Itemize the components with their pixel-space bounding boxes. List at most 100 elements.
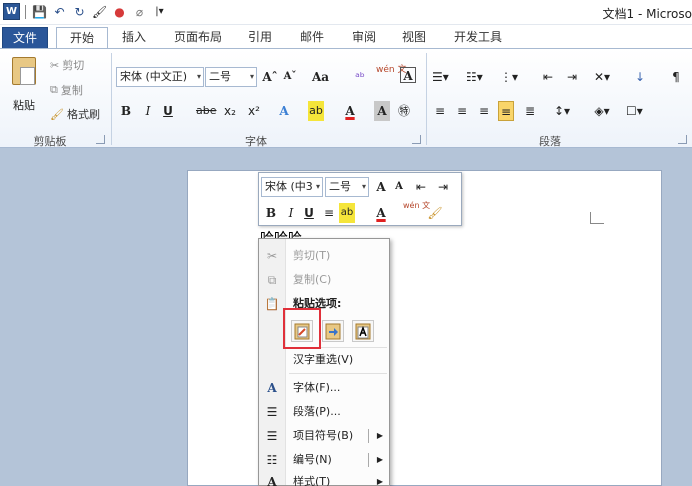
tab-home[interactable]: 开始 bbox=[56, 27, 108, 50]
color-icon[interactable]: ● bbox=[111, 3, 128, 20]
bullets-icon: ☰ bbox=[266, 429, 278, 443]
bullets-icon[interactable]: ☰▾ bbox=[432, 67, 449, 87]
tab-developer[interactable]: 开发工具 bbox=[446, 27, 510, 49]
cut-button[interactable]: ✂ 剪切 bbox=[50, 57, 84, 73]
menu-item-cut[interactable]: ✂ 剪切(T) bbox=[259, 245, 389, 267]
font-size-combo[interactable]: 二号 ▾ bbox=[205, 67, 257, 87]
clipboard-dialog-launcher[interactable] bbox=[96, 135, 105, 144]
mini-increase-indent-icon[interactable]: ⇥ bbox=[435, 177, 451, 197]
copy-button[interactable]: ⧉ 复制 bbox=[50, 82, 83, 98]
copy-icon: ⧉ bbox=[50, 83, 58, 96]
tab-review[interactable]: 审阅 bbox=[344, 27, 384, 49]
multilevel-list-icon[interactable]: ⋮▾ bbox=[500, 67, 518, 87]
mini-font-name-value: 宋体 (中3 bbox=[265, 180, 313, 193]
character-shading-icon[interactable]: A bbox=[374, 101, 390, 121]
highlight-icon[interactable]: ab bbox=[308, 101, 324, 121]
menu-item-numbering[interactable]: ☷ 编号(N) ▶ bbox=[259, 449, 389, 471]
mini-highlight-icon[interactable]: ab bbox=[339, 203, 355, 223]
tab-mailings[interactable]: 邮件 bbox=[292, 27, 332, 49]
font-color-icon[interactable]: A bbox=[342, 101, 358, 121]
font-dialog-launcher[interactable] bbox=[412, 135, 421, 144]
mini-grow-font-icon[interactable]: A bbox=[373, 177, 389, 197]
save-icon[interactable]: 💾 bbox=[31, 3, 48, 20]
format-painter-label: 格式刷 bbox=[66, 108, 100, 121]
chevron-right-icon[interactable]: ▶ bbox=[377, 471, 383, 486]
redo-icon[interactable]: ↻ bbox=[71, 3, 88, 20]
word-app-icon[interactable]: W bbox=[3, 3, 20, 20]
mini-format-painter-icon[interactable]: 🖌 bbox=[427, 203, 443, 223]
font-size-value: 二号 bbox=[209, 70, 231, 83]
shading-icon[interactable]: ◈▾ bbox=[594, 101, 610, 121]
mini-font-size-combo[interactable]: 二号 ▾ bbox=[325, 177, 369, 197]
undo-icon[interactable]: ↶ bbox=[51, 3, 68, 20]
menu-item-copy[interactable]: ⧉ 复制(C) bbox=[259, 269, 389, 291]
strikethrough-icon[interactable]: abe bbox=[196, 101, 217, 121]
clear-formatting-icon[interactable]: ᵃᵇ bbox=[352, 67, 368, 87]
chinese-layout-icon[interactable]: ✕▾ bbox=[594, 67, 610, 87]
tab-references[interactable]: 引用 bbox=[240, 27, 280, 49]
mini-italic-icon[interactable]: I bbox=[283, 203, 299, 223]
menu-item-styles[interactable]: A 样式(T) ▶ bbox=[259, 471, 389, 486]
distributed-icon[interactable]: ≣ bbox=[522, 101, 538, 121]
paste-merge-formatting-button[interactable] bbox=[322, 320, 344, 342]
menu-item-reconvert[interactable]: 汉字重选(V) bbox=[259, 349, 389, 371]
menu-item-font[interactable]: A 字体(F)... bbox=[259, 377, 389, 399]
grow-font-icon[interactable]: Aˆ bbox=[262, 67, 278, 87]
qat-separator bbox=[25, 4, 26, 19]
menu-divider bbox=[289, 373, 387, 374]
superscript-icon[interactable]: x² bbox=[246, 101, 262, 121]
text-effect-icon[interactable]: A bbox=[276, 101, 292, 121]
sort-icon[interactable]: ↓ bbox=[632, 67, 648, 87]
decrease-indent-icon[interactable]: ⇤ bbox=[540, 67, 556, 87]
tab-page-layout[interactable]: 页面布局 bbox=[166, 27, 230, 49]
mini-shrink-font-icon[interactable]: A bbox=[391, 177, 407, 197]
customize-qat-icon[interactable]: |▾ bbox=[151, 3, 168, 20]
tab-view[interactable]: 视图 bbox=[394, 27, 434, 49]
mini-decrease-indent-icon[interactable]: ⇤ bbox=[413, 177, 429, 197]
menu-item-bullets[interactable]: ☰ 项目符号(B) ▶ bbox=[259, 425, 389, 447]
shrink-font-icon[interactable]: Aˇ bbox=[282, 67, 298, 87]
mini-font-color-icon[interactable]: A bbox=[373, 203, 389, 223]
align-right-icon[interactable]: ≡ bbox=[476, 101, 492, 121]
menu-styles-label: 样式(T) bbox=[293, 475, 331, 486]
mini-bold-icon[interactable]: B bbox=[263, 203, 279, 223]
align-left-icon[interactable]: ≡ bbox=[432, 101, 448, 121]
chevron-right-icon[interactable]: ▶ bbox=[377, 449, 383, 471]
menu-font-label: 字体(F)... bbox=[293, 381, 341, 394]
mini-center-icon[interactable]: ≡ bbox=[321, 203, 337, 223]
character-border-icon[interactable]: A bbox=[400, 67, 416, 83]
tab-file[interactable]: 文件 bbox=[2, 27, 48, 49]
clear-icon[interactable]: ⌀ bbox=[131, 3, 148, 20]
font-icon: A bbox=[267, 381, 277, 395]
borders-icon[interactable]: ☐▾ bbox=[626, 101, 643, 121]
chevron-right-icon[interactable]: ▶ bbox=[377, 425, 383, 447]
underline-icon[interactable]: U bbox=[160, 101, 176, 121]
window-title: 文档1 - Microso bbox=[602, 7, 692, 21]
italic-icon[interactable]: I bbox=[140, 101, 156, 121]
enclose-characters-icon[interactable]: ㊕ bbox=[396, 101, 412, 121]
subscript-icon[interactable]: x₂ bbox=[222, 101, 238, 121]
watermark-url: zhinan.sogou.com bbox=[522, 446, 632, 460]
mini-font-name-combo[interactable]: 宋体 (中3 ▾ bbox=[261, 177, 323, 197]
align-center-icon[interactable]: ≡ bbox=[454, 101, 470, 121]
chevron-down-icon: ▾ bbox=[249, 72, 254, 81]
numbering-icon[interactable]: ☷▾ bbox=[466, 67, 483, 87]
menu-item-paragraph[interactable]: ☰ 段落(P)... bbox=[259, 401, 389, 423]
mini-underline-icon[interactable]: U bbox=[301, 203, 317, 223]
change-case-icon[interactable]: Aa bbox=[312, 67, 329, 87]
increase-indent-icon[interactable]: ⇥ bbox=[564, 67, 580, 87]
mini-toolbar: 宋体 (中3 ▾ 二号 ▾ A A ⇤ ⇥ B I U ≡ ab A wén 文 🖌 bbox=[258, 172, 462, 226]
paste-button[interactable]: 粘贴 bbox=[6, 55, 42, 127]
line-spacing-icon[interactable]: ↕▾ bbox=[554, 101, 570, 121]
justify-icon[interactable]: ≡ bbox=[498, 101, 514, 121]
copy-icon: ⧉ bbox=[267, 273, 277, 287]
show-marks-icon[interactable]: ¶ bbox=[668, 67, 684, 87]
bold-icon[interactable]: B bbox=[118, 101, 134, 121]
tab-insert[interactable]: 插入 bbox=[114, 27, 154, 49]
paste-text-only-button[interactable] bbox=[352, 320, 374, 342]
chevron-down-icon: ▾ bbox=[196, 72, 201, 81]
font-name-combo[interactable]: 宋体 (中文正) ▾ bbox=[116, 67, 204, 87]
format-painter-qat-icon[interactable]: 🖌 bbox=[91, 3, 108, 20]
format-painter-button[interactable]: 🖌 格式刷 bbox=[50, 106, 100, 122]
paragraph-dialog-launcher[interactable] bbox=[678, 135, 687, 144]
